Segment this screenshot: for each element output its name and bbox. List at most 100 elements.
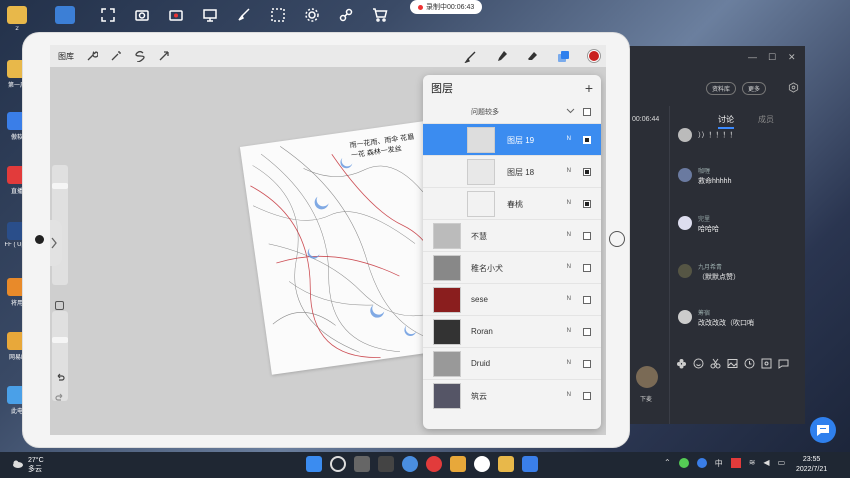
add-layer-button[interactable]: +: [585, 80, 593, 96]
smudge-icon[interactable]: [495, 50, 508, 63]
layer-visibility-checkbox[interactable]: [583, 360, 591, 368]
blend-mode-button[interactable]: N: [567, 296, 571, 302]
gallery-button[interactable]: 图库: [58, 51, 74, 62]
desktop-icon-folder[interactable]: 2: [4, 6, 30, 32]
recording-indicator[interactable]: 录制中00:06:43: [410, 0, 483, 14]
opacity-slider[interactable]: [52, 311, 68, 401]
desktop-icon-recycle[interactable]: [52, 6, 78, 26]
more-button[interactable]: 更多: [742, 82, 767, 95]
layer-thumbnail[interactable]: [433, 223, 461, 249]
color-picker-button[interactable]: [588, 50, 600, 62]
app-icon[interactable]: [474, 456, 490, 472]
ime-indicator[interactable]: 中: [715, 458, 723, 469]
speaker-icon[interactable]: ◀: [763, 458, 769, 469]
layer-row[interactable]: sese N: [423, 283, 601, 315]
chevron-up-icon[interactable]: ⌃: [664, 458, 671, 469]
hexagon-settings-icon[interactable]: [788, 82, 799, 93]
blend-mode-button[interactable]: N: [567, 232, 571, 238]
layer-visibility-checkbox[interactable]: [583, 264, 591, 272]
eraser-icon[interactable]: [526, 50, 539, 63]
layer-visibility-checkbox[interactable]: [583, 200, 591, 208]
app-icon[interactable]: [402, 456, 418, 472]
search-icon[interactable]: [330, 456, 346, 472]
minimize-button[interactable]: —: [748, 52, 757, 62]
screenshot-icon[interactable]: [761, 358, 772, 369]
windows-start-icon[interactable]: [306, 456, 322, 472]
group-visibility-checkbox[interactable]: [583, 108, 591, 116]
app-icon[interactable]: [522, 456, 538, 472]
slider-knob[interactable]: [52, 183, 68, 189]
wifi-icon[interactable]: ≋: [749, 458, 756, 469]
layers-icon[interactable]: [557, 50, 570, 63]
clock-icon[interactable]: [744, 358, 755, 369]
flower-icon[interactable]: [676, 358, 687, 369]
layer-row[interactable]: 不慧 N: [423, 219, 601, 251]
file-explorer-icon[interactable]: [498, 456, 514, 472]
selection-button[interactable]: [134, 50, 146, 63]
close-button[interactable]: ✕: [788, 52, 796, 63]
layer-visibility-checkbox[interactable]: [583, 168, 591, 176]
blend-mode-button[interactable]: N: [567, 168, 571, 174]
blend-mode-button[interactable]: N: [567, 360, 571, 366]
layer-row[interactable]: 稚名小犬 N: [423, 251, 601, 283]
undo-icon[interactable]: [55, 373, 65, 383]
blend-mode-button[interactable]: N: [567, 136, 571, 142]
layer-row[interactable]: 图层 18 N: [423, 155, 601, 187]
tray-app-icon[interactable]: [730, 458, 741, 468]
blend-mode-button[interactable]: N: [567, 392, 571, 398]
image-icon[interactable]: [727, 358, 738, 369]
layer-group[interactable]: 问题较多: [423, 101, 601, 123]
transform-button[interactable]: [158, 50, 170, 62]
layer-thumbnail[interactable]: [433, 383, 461, 409]
taskbar-clock[interactable]: 23:55 2022/7/21: [796, 455, 827, 475]
tab-members[interactable]: 成员: [758, 114, 774, 129]
select-button[interactable]: [262, 2, 294, 28]
brush-icon[interactable]: [464, 50, 477, 63]
layer-visibility-checkbox[interactable]: [583, 136, 591, 144]
chat-fab-button[interactable]: [810, 417, 836, 443]
expand-button[interactable]: [92, 2, 124, 28]
task-view-icon[interactable]: [354, 456, 370, 472]
layer-thumbnail[interactable]: [467, 191, 495, 217]
cart-button[interactable]: [364, 2, 396, 28]
adjustments-button[interactable]: [110, 50, 122, 62]
redo-icon[interactable]: [55, 393, 65, 403]
layer-thumbnail[interactable]: [433, 319, 461, 345]
netease-music-icon[interactable]: [426, 456, 442, 472]
screen-share-button[interactable]: [194, 2, 226, 28]
blend-mode-button[interactable]: N: [567, 264, 571, 270]
layer-row[interactable]: 春桃 N: [423, 187, 601, 219]
app-icon[interactable]: [450, 456, 466, 472]
brush-button[interactable]: [228, 2, 260, 28]
tab-discussion[interactable]: 讨论: [718, 114, 734, 129]
camera-button[interactable]: [126, 2, 158, 28]
emoji-icon[interactable]: [693, 358, 704, 369]
blend-mode-button[interactable]: N: [567, 328, 571, 334]
layer-row[interactable]: 筑云 N: [423, 379, 601, 411]
layer-thumbnail[interactable]: [433, 255, 461, 281]
battery-icon[interactable]: ▭: [778, 458, 786, 469]
slider-knob[interactable]: [52, 337, 68, 343]
settings-button[interactable]: [296, 2, 328, 28]
weather-widget[interactable]: 27°C 多云: [28, 456, 44, 474]
wrench-button[interactable]: [86, 50, 99, 62]
layer-thumbnail[interactable]: [467, 127, 495, 153]
layer-visibility-checkbox[interactable]: [583, 232, 591, 240]
library-button[interactable]: 资料库: [706, 82, 737, 95]
speaker-avatar[interactable]: [636, 366, 658, 388]
chevron-down-icon[interactable]: [566, 106, 575, 115]
layer-visibility-checkbox[interactable]: [583, 392, 591, 400]
leave-mic-button[interactable]: 下麦: [640, 394, 652, 403]
layer-thumbnail[interactable]: [433, 287, 461, 313]
tools-button[interactable]: [330, 2, 362, 28]
app-icon[interactable]: [378, 456, 394, 472]
layer-visibility-checkbox[interactable]: [583, 296, 591, 304]
tray-app-icon[interactable]: [678, 458, 689, 468]
scissors-icon[interactable]: [710, 358, 721, 369]
layer-thumbnail[interactable]: [467, 159, 495, 185]
maximize-button[interactable]: ☐: [768, 52, 776, 63]
layer-thumbnail[interactable]: [433, 351, 461, 377]
tray-app-icon[interactable]: [696, 458, 707, 468]
layer-row[interactable]: Roran N: [423, 315, 601, 347]
modify-button[interactable]: [55, 301, 64, 310]
